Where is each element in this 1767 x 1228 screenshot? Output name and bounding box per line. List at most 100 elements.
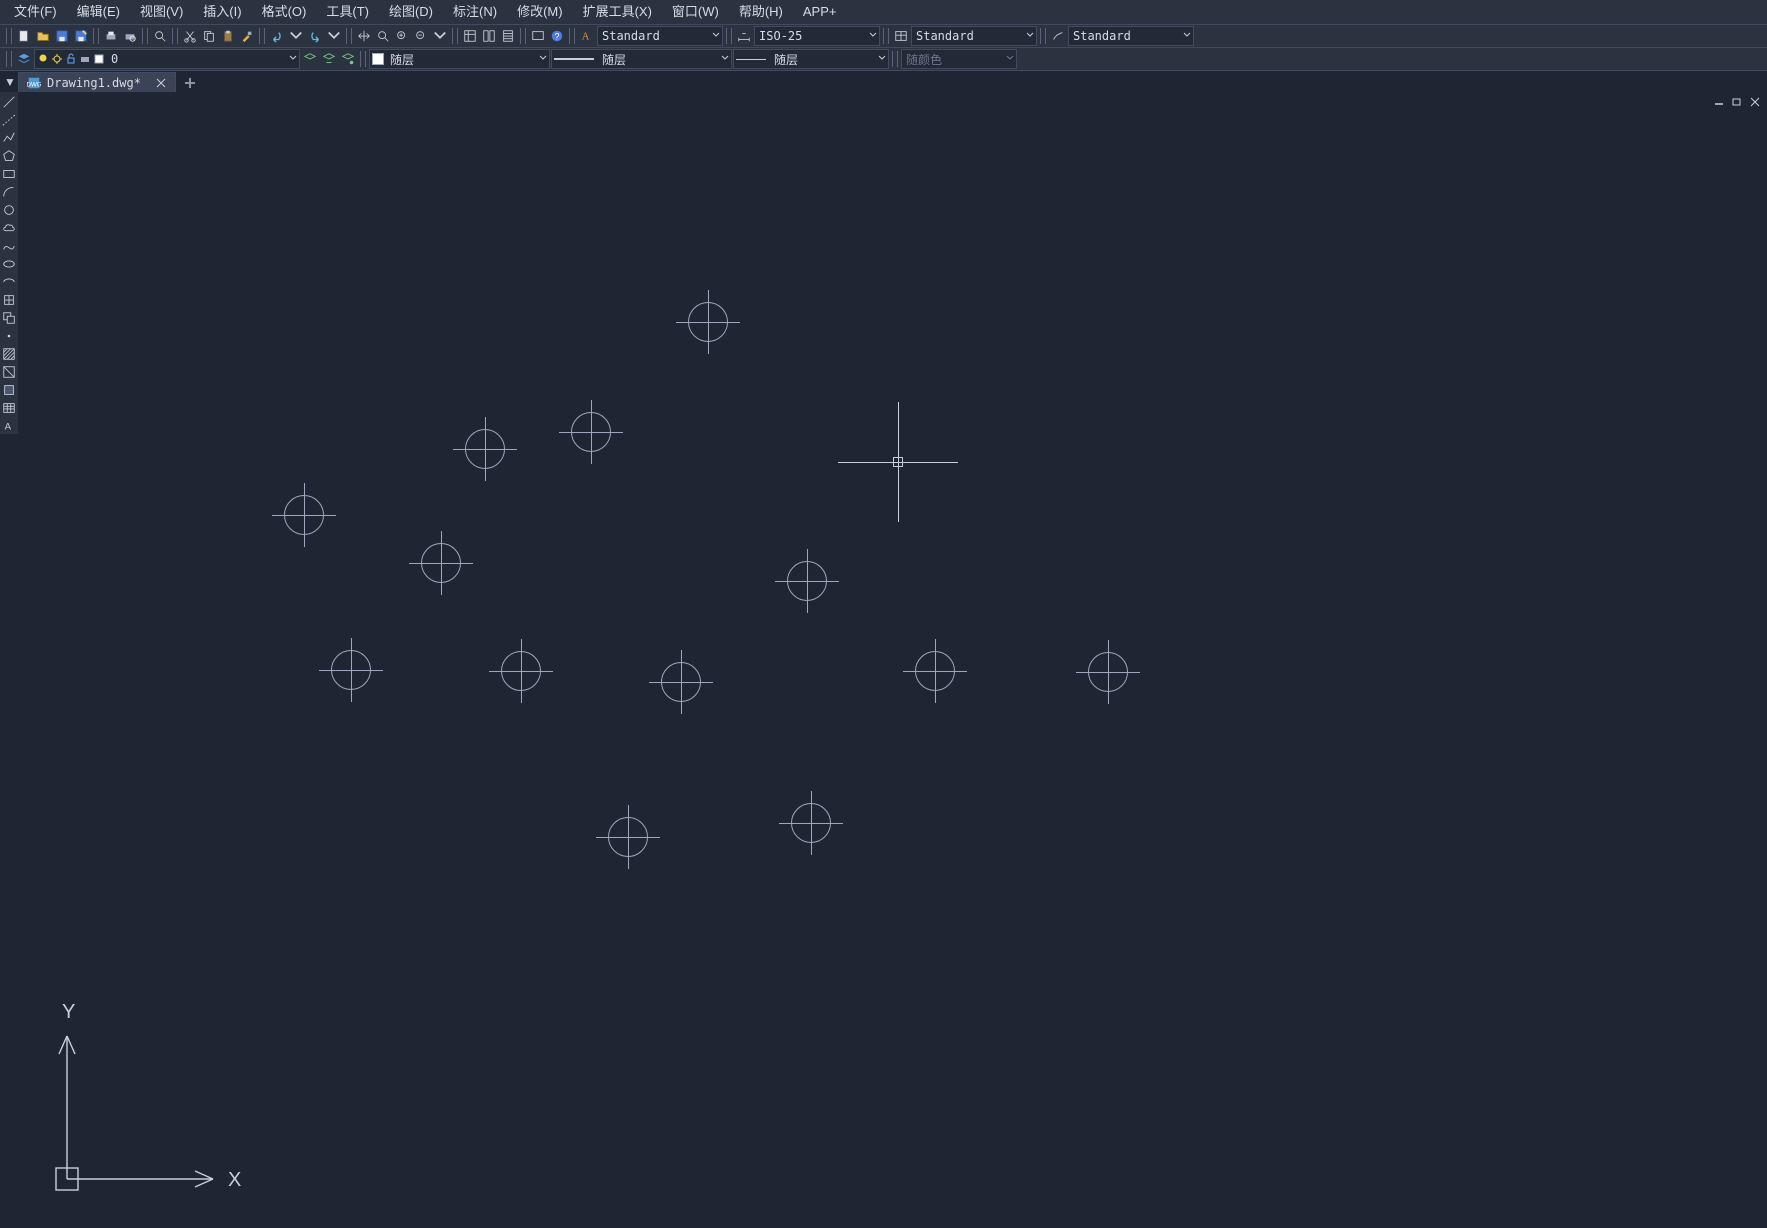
layer-match-button[interactable] xyxy=(301,50,319,68)
close-tab-button[interactable] xyxy=(155,77,167,89)
region-button[interactable] xyxy=(1,382,17,398)
plotstyle-dropdown[interactable]: 随颜色 xyxy=(901,49,1017,69)
mleader-style-icon[interactable] xyxy=(1049,27,1067,45)
menu-window[interactable]: 窗口(W) xyxy=(662,0,729,24)
menu-bar: 文件(F) 编辑(E) 视图(V) 插入(I) 格式(O) 工具(T) 绘图(D… xyxy=(0,0,1767,25)
properties-button[interactable] xyxy=(461,27,479,45)
print-button[interactable] xyxy=(102,27,120,45)
zoom-realtime-button[interactable] xyxy=(374,27,392,45)
layer-previous-button[interactable] xyxy=(320,50,338,68)
paste-button[interactable] xyxy=(219,27,237,45)
menu-help[interactable]: 帮助(H) xyxy=(729,0,793,24)
grip-icon xyxy=(142,28,148,44)
zoom-previous-button[interactable] xyxy=(412,27,430,45)
table-button[interactable] xyxy=(1,400,17,416)
layer-dropdown[interactable]: 0 xyxy=(34,49,300,69)
table-style-icon[interactable] xyxy=(892,27,910,45)
menu-file[interactable]: 文件(F) xyxy=(4,0,67,24)
matchprop-button[interactable] xyxy=(238,27,256,45)
chevron-down-icon xyxy=(1006,54,1014,62)
grip-icon xyxy=(172,28,178,44)
spline-button[interactable] xyxy=(1,238,17,254)
ellipse-button[interactable] xyxy=(1,256,17,272)
new-button[interactable] xyxy=(15,27,33,45)
grip-icon xyxy=(892,51,898,67)
close-viewport-button[interactable] xyxy=(1749,96,1761,108)
open-button[interactable] xyxy=(34,27,52,45)
lineweight-dropdown[interactable]: 随层 xyxy=(733,49,889,69)
menu-draw[interactable]: 绘图(D) xyxy=(379,0,443,24)
construction-line-button[interactable] xyxy=(1,112,17,128)
restore-viewport-button[interactable] xyxy=(1731,96,1743,108)
insert-block-button[interactable] xyxy=(1,292,17,308)
ellipse-arc-button[interactable] xyxy=(1,274,17,290)
polyline-button[interactable] xyxy=(1,130,17,146)
pan-button[interactable] xyxy=(355,27,373,45)
menu-view[interactable]: 视图(V) xyxy=(130,0,193,24)
document-tab-title: Drawing1.dwg* xyxy=(47,76,141,90)
zoom-dropdown[interactable] xyxy=(431,27,449,45)
gradient-button[interactable] xyxy=(1,364,17,380)
print-preview-button[interactable] xyxy=(121,27,139,45)
menu-dimension[interactable]: 标注(N) xyxy=(443,0,507,24)
circle-button[interactable] xyxy=(1,202,17,218)
arc-button[interactable] xyxy=(1,184,17,200)
design-center-button[interactable] xyxy=(480,27,498,45)
document-tab[interactable]: DWG Drawing1.dwg* xyxy=(18,72,176,93)
find-button[interactable] xyxy=(151,27,169,45)
menu-extensions[interactable]: 扩展工具(X) xyxy=(573,0,662,24)
cut-button[interactable] xyxy=(181,27,199,45)
svg-text:A: A xyxy=(582,32,590,43)
menu-modify[interactable]: 修改(M) xyxy=(507,0,573,24)
viewport-window-controls xyxy=(1713,96,1761,108)
mleader-style-dropdown[interactable]: Standard xyxy=(1068,26,1194,46)
layer-properties-button[interactable] xyxy=(15,50,33,68)
chevron-down-icon xyxy=(1026,31,1034,39)
grip-icon xyxy=(520,28,526,44)
drawing-canvas[interactable]: X Y xyxy=(18,92,1767,1228)
linetype-dropdown[interactable]: 随层 xyxy=(551,49,732,69)
grip-icon xyxy=(883,28,889,44)
rectangle-button[interactable] xyxy=(1,166,17,182)
saveas-button[interactable] xyxy=(72,27,90,45)
svg-text:DWG: DWG xyxy=(27,82,41,89)
make-block-button[interactable] xyxy=(1,310,17,326)
grip-icon xyxy=(346,28,352,44)
tab-menu-triangle-icon[interactable]: ▼ xyxy=(4,75,16,89)
redo-button[interactable] xyxy=(306,27,324,45)
dim-style-value: ISO-25 xyxy=(757,29,877,43)
text-style-dropdown[interactable]: Standard xyxy=(597,26,723,46)
save-button[interactable] xyxy=(53,27,71,45)
grip-icon xyxy=(726,28,732,44)
menu-appplus[interactable]: APP+ xyxy=(793,0,847,24)
color-dropdown[interactable]: 随层 xyxy=(369,49,550,69)
layer-states-button[interactable] xyxy=(339,50,357,68)
ucs-y-label: Y xyxy=(62,1001,75,1023)
cleanscreen-button[interactable] xyxy=(529,27,547,45)
revision-cloud-button[interactable] xyxy=(1,220,17,236)
line-button[interactable] xyxy=(1,94,17,110)
copy-button[interactable] xyxy=(200,27,218,45)
undo-button[interactable] xyxy=(268,27,286,45)
menu-format[interactable]: 格式(O) xyxy=(252,0,317,24)
zoom-window-button[interactable] xyxy=(393,27,411,45)
menu-insert[interactable]: 插入(I) xyxy=(193,0,251,24)
text-style-icon[interactable]: A xyxy=(578,27,596,45)
help-button[interactable]: ? xyxy=(548,27,566,45)
dim-style-icon[interactable] xyxy=(735,27,753,45)
menu-tools[interactable]: 工具(T) xyxy=(316,0,379,24)
menu-edit[interactable]: 编辑(E) xyxy=(67,0,130,24)
hatch-button[interactable] xyxy=(1,346,17,362)
undo-dropdown[interactable] xyxy=(287,27,305,45)
new-tab-button[interactable] xyxy=(180,73,200,93)
polygon-button[interactable] xyxy=(1,148,17,164)
tool-palettes-button[interactable] xyxy=(499,27,517,45)
plotstyle-value: 随颜色 xyxy=(904,51,1014,68)
mtext-button[interactable]: A xyxy=(1,418,17,434)
dim-style-dropdown[interactable]: ISO-25 xyxy=(754,26,880,46)
table-style-dropdown[interactable]: Standard xyxy=(911,26,1037,46)
svg-text:A: A xyxy=(5,422,12,433)
point-button[interactable] xyxy=(1,328,17,344)
minimize-viewport-button[interactable] xyxy=(1713,96,1725,108)
redo-dropdown[interactable] xyxy=(325,27,343,45)
